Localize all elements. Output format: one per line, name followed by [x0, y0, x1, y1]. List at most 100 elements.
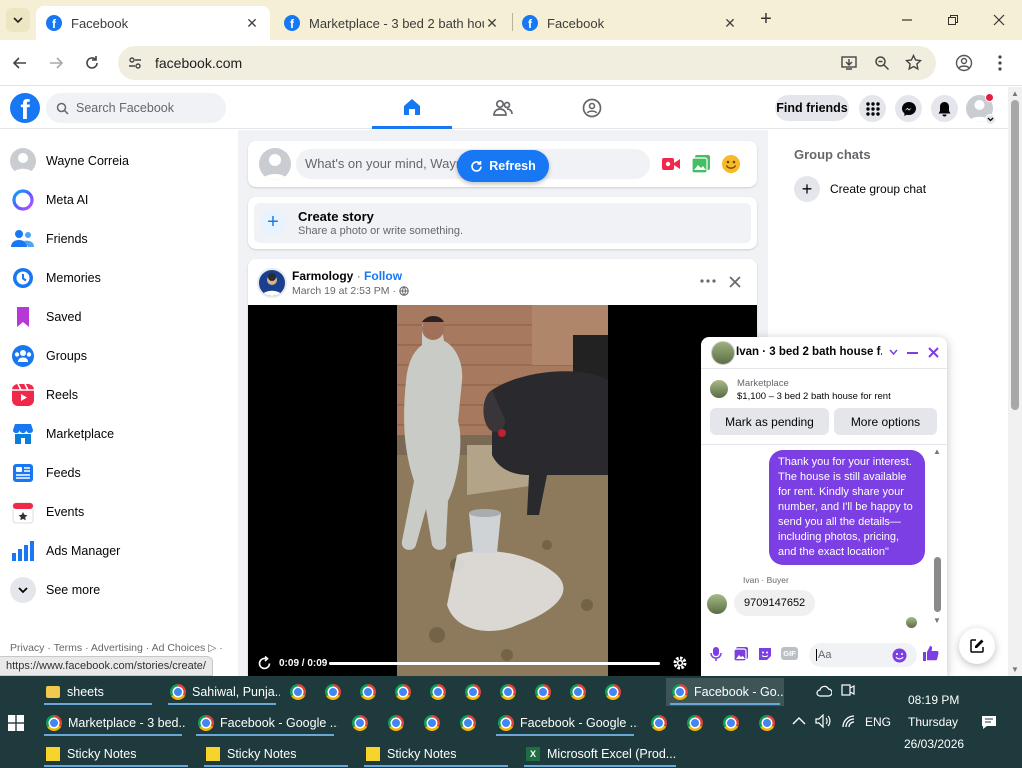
- more-options-icon[interactable]: [700, 279, 716, 283]
- omnibox[interactable]: facebook.com: [118, 46, 936, 80]
- chrome-window-icon[interactable]: [395, 684, 411, 700]
- chrome-window-icon[interactable]: [651, 715, 667, 731]
- taskbar-item-chrome-sahiwal[interactable]: Sahiwal, Punja...: [164, 678, 280, 706]
- sidebar-item-reels[interactable]: Reels: [10, 377, 230, 413]
- taskbar-item-sticky-notes-1[interactable]: Sticky Notes: [40, 740, 192, 768]
- new-message-button[interactable]: [959, 628, 995, 664]
- close-icon[interactable]: [729, 276, 741, 288]
- close-tab-icon[interactable]: ✕: [244, 15, 260, 32]
- microphone-icon[interactable]: [710, 646, 722, 662]
- tab-marketplace[interactable]: f Marketplace - 3 bed 2 bath hou ✕: [274, 6, 510, 40]
- taskbar-item-sticky-notes-3[interactable]: Sticky Notes: [360, 740, 512, 768]
- search-input[interactable]: Search Facebook: [46, 93, 226, 123]
- chrome-window-icon[interactable]: [570, 684, 586, 700]
- video-progress-track[interactable]: [329, 662, 660, 665]
- language-indicator[interactable]: ENG: [865, 715, 891, 729]
- wifi-icon[interactable]: [841, 714, 857, 728]
- clock-date[interactable]: 26/03/2026: [904, 737, 964, 751]
- chrome-window-icon[interactable]: [352, 715, 368, 731]
- more-options-button[interactable]: More options: [834, 408, 937, 435]
- post-time[interactable]: March 19 at 2:53 PM: [292, 285, 389, 297]
- chat-header[interactable]: Ivan · 3 bed 2 bath house f...: [701, 337, 947, 369]
- tab-search-button[interactable]: [6, 8, 30, 32]
- chat-scrollbar[interactable]: ▲ ▼: [933, 447, 943, 625]
- facebook-logo[interactable]: f: [10, 93, 40, 123]
- chrome-window-icon[interactable]: [759, 715, 775, 731]
- chrome-window-icon[interactable]: [460, 715, 476, 731]
- create-story-card[interactable]: + Create story Share a photo or write so…: [248, 197, 757, 249]
- notifications-button[interactable]: [931, 95, 958, 122]
- account-chevron-icon[interactable]: [985, 114, 996, 125]
- onedrive-icon[interactable]: [816, 684, 832, 698]
- nav-groups-tab[interactable]: [552, 87, 632, 129]
- taskbar-item-chrome-facebook-2[interactable]: Facebook - Google ...: [492, 709, 638, 737]
- chrome-window-icon[interactable]: [605, 684, 621, 700]
- sidebar-item-saved[interactable]: Saved: [10, 299, 230, 335]
- nav-home-tab[interactable]: [372, 87, 452, 129]
- post-author-avatar[interactable]: [257, 268, 287, 298]
- sticker-icon[interactable]: [757, 646, 773, 662]
- chrome-window-icon[interactable]: [430, 684, 446, 700]
- sidebar-item-feeds[interactable]: Feeds: [10, 455, 230, 491]
- close-tab-icon[interactable]: ✕: [484, 15, 500, 32]
- volume-icon[interactable]: [815, 714, 831, 728]
- sidebar-item-events[interactable]: Events: [10, 494, 230, 530]
- avatar[interactable]: [259, 148, 291, 180]
- thumbs-up-icon[interactable]: [922, 645, 939, 662]
- chevron-down-icon[interactable]: [889, 349, 898, 356]
- sidebar-item-profile[interactable]: Wayne Correia: [10, 143, 230, 179]
- find-friends-button[interactable]: Find friends: [775, 95, 849, 121]
- new-tab-button[interactable]: +: [754, 8, 778, 32]
- taskbar-item-chrome-facebook-active[interactable]: Facebook - Go...: [666, 678, 784, 706]
- listing-title[interactable]: $1,100 – 3 bed 2 bath house for rent: [737, 391, 891, 402]
- browser-menu-button[interactable]: [988, 51, 1012, 75]
- tab-facebook-active[interactable]: f Facebook ✕: [36, 6, 270, 40]
- taskbar-item-chrome-marketplace[interactable]: Marketplace - 3 bed...: [40, 709, 186, 737]
- chrome-window-icon[interactable]: [360, 684, 376, 700]
- minimize-button[interactable]: [892, 8, 922, 32]
- taskbar-item-sheets[interactable]: sheets: [40, 678, 156, 706]
- photo-icon[interactable]: [733, 646, 749, 662]
- chrome-window-icon[interactable]: [424, 715, 440, 731]
- close-window-button[interactable]: [984, 8, 1014, 32]
- camera-app-icon[interactable]: [841, 683, 855, 697]
- menu-button[interactable]: [859, 95, 886, 122]
- close-tab-icon[interactable]: ✕: [722, 15, 738, 32]
- minimize-chat-icon[interactable]: [907, 352, 918, 354]
- follow-link[interactable]: Follow: [364, 269, 402, 283]
- nav-friends-tab[interactable]: [463, 87, 543, 129]
- messenger-button[interactable]: [895, 95, 922, 122]
- reload-button[interactable]: [80, 51, 104, 75]
- mark-as-pending-button[interactable]: Mark as pending: [710, 408, 829, 435]
- restore-button[interactable]: [938, 8, 968, 32]
- show-hidden-icons-icon[interactable]: [792, 716, 806, 726]
- forward-button[interactable]: [44, 51, 68, 75]
- sidebar-item-see-more[interactable]: See more: [10, 572, 230, 608]
- sidebar-item-ads-manager[interactable]: Ads Manager: [10, 533, 230, 569]
- sidebar-footer[interactable]: Privacy · Terms · Advertising · Ad Choic…: [10, 642, 223, 654]
- chrome-window-icon[interactable]: [535, 684, 551, 700]
- taskbar-item-excel[interactable]: X Microsoft Excel (Prod...: [520, 740, 680, 768]
- taskbar-item-chrome-facebook-1[interactable]: Facebook - Google ...: [192, 709, 338, 737]
- chrome-window-icon[interactable]: [465, 684, 481, 700]
- chrome-window-icon[interactable]: [687, 715, 703, 731]
- taskbar-item-sticky-notes-2[interactable]: Sticky Notes: [200, 740, 352, 768]
- page-scrollbar[interactable]: ▲ ▼: [1008, 87, 1022, 676]
- chrome-window-icon[interactable]: [388, 715, 404, 731]
- notification-center-icon[interactable]: [981, 714, 997, 730]
- chrome-window-icon[interactable]: [325, 684, 341, 700]
- clock-day[interactable]: Thursday: [908, 715, 958, 729]
- create-group-chat-button[interactable]: + Create group chat: [794, 176, 926, 202]
- replay-icon[interactable]: [257, 656, 272, 671]
- post-author[interactable]: Farmology: [292, 269, 353, 283]
- sidebar-item-friends[interactable]: Friends: [10, 221, 230, 257]
- tab-facebook[interactable]: f Facebook ✕: [512, 6, 748, 40]
- close-chat-icon[interactable]: [928, 347, 939, 358]
- windows-start-icon[interactable]: [8, 715, 24, 731]
- sidebar-item-meta-ai[interactable]: Meta AI: [10, 182, 230, 218]
- video-player[interactable]: 0:09 / 0:09: [248, 305, 757, 676]
- sidebar-item-memories[interactable]: Memories: [10, 260, 230, 296]
- chrome-window-icon[interactable]: [290, 684, 306, 700]
- back-button[interactable]: [8, 51, 32, 75]
- chrome-window-icon[interactable]: [500, 684, 516, 700]
